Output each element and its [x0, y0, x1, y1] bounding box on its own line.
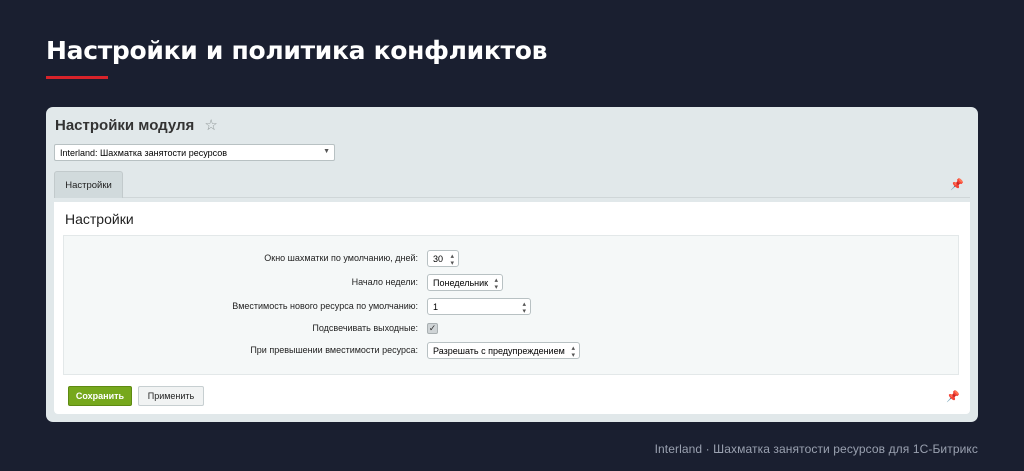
field-label: Окно шахматки по умолчанию, дней:	[264, 253, 418, 263]
spinner-icon[interactable]: ▴ ▾	[522, 301, 526, 315]
field-row-calendar-window: Окно шахматки по умолчанию, дней: 30 ▴ ▾	[64, 250, 958, 268]
window-header: Настройки модуля ☆	[55, 117, 218, 134]
field-label: Начало недели:	[351, 277, 418, 287]
tab-bar: Настройки 📌	[54, 171, 970, 198]
footer-caption: Interland · Шахматка занятости ресурсов …	[654, 442, 978, 456]
overcapacity-policy-select[interactable]: Разрешать с предупреждением ▴ ▾	[427, 342, 580, 359]
field-label: Вместимость нового ресурса по умолчанию:	[232, 301, 418, 311]
window-title: Настройки модуля	[55, 117, 195, 134]
save-button[interactable]: Сохранить	[68, 386, 132, 406]
spinner-icon[interactable]: ▴ ▾	[450, 253, 454, 267]
settings-form: Окно шахматки по умолчанию, дней: 30 ▴ ▾ …	[63, 235, 959, 375]
settings-panel: Настройки Окно шахматки по умолчанию, дн…	[54, 202, 970, 414]
capacity-input[interactable]: 1 ▴ ▾	[427, 298, 531, 315]
calendar-window-days-input[interactable]: 30 ▴ ▾	[427, 250, 459, 267]
chevron-updown-icon: ▴ ▾	[571, 345, 575, 359]
field-row-overcapacity-policy: При превышении вместимости ресурса: Разр…	[64, 342, 958, 360]
highlight-weekends-checkbox[interactable]: ✓	[427, 323, 438, 334]
chevron-down-icon: ▼	[323, 148, 330, 155]
field-value: 1	[433, 301, 439, 312]
field-row-highlight-weekends: Подсвечивать выходные: ✓	[64, 320, 958, 338]
field-row-capacity: Вместимость нового ресурса по умолчанию:…	[64, 298, 958, 316]
checkmark-icon: ✓	[428, 323, 437, 333]
field-value: Разрешать с предупреждением	[433, 345, 565, 356]
apply-button[interactable]: Применить	[138, 386, 204, 406]
week-start-select[interactable]: Понедельник ▴ ▾	[427, 274, 503, 291]
field-value: 30	[433, 253, 444, 264]
pin-icon[interactable]: 📌	[950, 178, 964, 191]
star-icon[interactable]: ☆	[204, 118, 217, 133]
module-select-value: Interland: Шахматка занятости ресурсов	[60, 147, 227, 158]
chevron-updown-icon: ▴ ▾	[494, 277, 498, 291]
title-underline	[46, 76, 108, 79]
tab-settings[interactable]: Настройки	[54, 171, 123, 198]
field-label: Подсвечивать выходные:	[312, 323, 418, 333]
slide-title: Настройки и политика конфликтов	[46, 36, 548, 65]
field-label: При превышении вместимости ресурса:	[250, 345, 418, 355]
section-title: Настройки	[65, 211, 134, 227]
settings-window: Настройки модуля ☆ Interland: Шахматка з…	[46, 107, 978, 422]
module-select[interactable]: Interland: Шахматка занятости ресурсов ▼	[54, 144, 335, 161]
field-value: Понедельник	[433, 277, 489, 288]
field-row-week-start: Начало недели: Понедельник ▴ ▾	[64, 274, 958, 292]
pin-icon[interactable]: 📌	[946, 390, 960, 403]
